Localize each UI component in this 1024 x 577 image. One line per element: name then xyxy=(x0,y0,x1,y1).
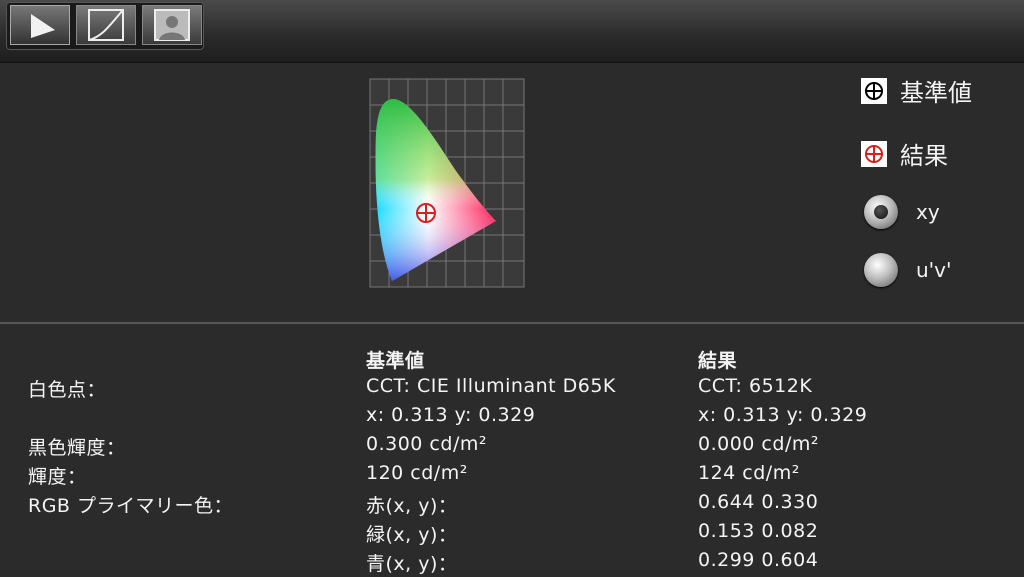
radio-xy[interactable]: xy xyxy=(864,195,940,229)
cie-chromaticity-chart xyxy=(369,78,525,288)
row-result: 0.644 0.330 xyxy=(698,491,819,513)
col-header-result: 結果 xyxy=(698,350,738,372)
row-reference: 赤(x, y)： xyxy=(366,495,458,517)
row-result: 0.299 0.604 xyxy=(698,549,819,571)
row-result: 0.000 cd/m² xyxy=(698,433,819,455)
legend-reference: 基準値 xyxy=(860,73,972,108)
toolbar xyxy=(0,0,1024,63)
gamut-panel: 基準値 結果 xy u'v' xyxy=(0,63,1024,321)
legend-reference-label: 基準値 xyxy=(900,79,972,107)
section-divider xyxy=(0,321,1024,325)
radio-uv-button[interactable] xyxy=(864,253,898,287)
tab-gamut[interactable] xyxy=(10,5,70,45)
result-marker-icon xyxy=(861,140,887,167)
row-reference: 120 cd/m² xyxy=(366,462,468,484)
radio-uv-label: u'v' xyxy=(916,258,952,282)
result-marker-plot xyxy=(416,203,436,223)
radio-xy-label: xy xyxy=(916,200,940,224)
radio-xy-button[interactable] xyxy=(864,195,898,229)
radio-uv[interactable]: u'v' xyxy=(864,253,952,287)
play-triangle-icon xyxy=(31,14,55,38)
row-reference: 青(x, y)： xyxy=(366,553,458,575)
col-header-reference: 基準値 xyxy=(366,350,425,372)
row-result: x: 0.313 y: 0.329 xyxy=(698,404,868,426)
row-label: RGB プライマリー色： xyxy=(28,495,233,517)
legend-result-label: 結果 xyxy=(900,142,948,170)
row-result: 0.153 0.082 xyxy=(698,520,819,542)
row-result: 124 cd/m² xyxy=(698,462,800,484)
row-reference: 緑(x, y)： xyxy=(366,524,458,546)
tab-gamma[interactable] xyxy=(76,5,136,45)
row-label: 白色点： xyxy=(28,379,107,401)
legend-result: 結果 xyxy=(860,136,948,171)
row-result: CCT: 6512K xyxy=(698,375,813,397)
row-label: 黒色輝度： xyxy=(28,437,126,459)
tab-portrait[interactable] xyxy=(142,5,202,45)
person-portrait-icon xyxy=(154,9,190,41)
row-reference: 0.300 cd/m² xyxy=(366,433,487,455)
row-reference: x: 0.313 y: 0.329 xyxy=(366,404,536,426)
row-label: 輝度： xyxy=(28,466,87,488)
gamma-curve-icon xyxy=(88,9,124,41)
reference-marker-icon xyxy=(861,77,887,104)
row-reference: CCT: CIE Illuminant D65K xyxy=(366,375,616,397)
view-tabs xyxy=(6,2,204,50)
